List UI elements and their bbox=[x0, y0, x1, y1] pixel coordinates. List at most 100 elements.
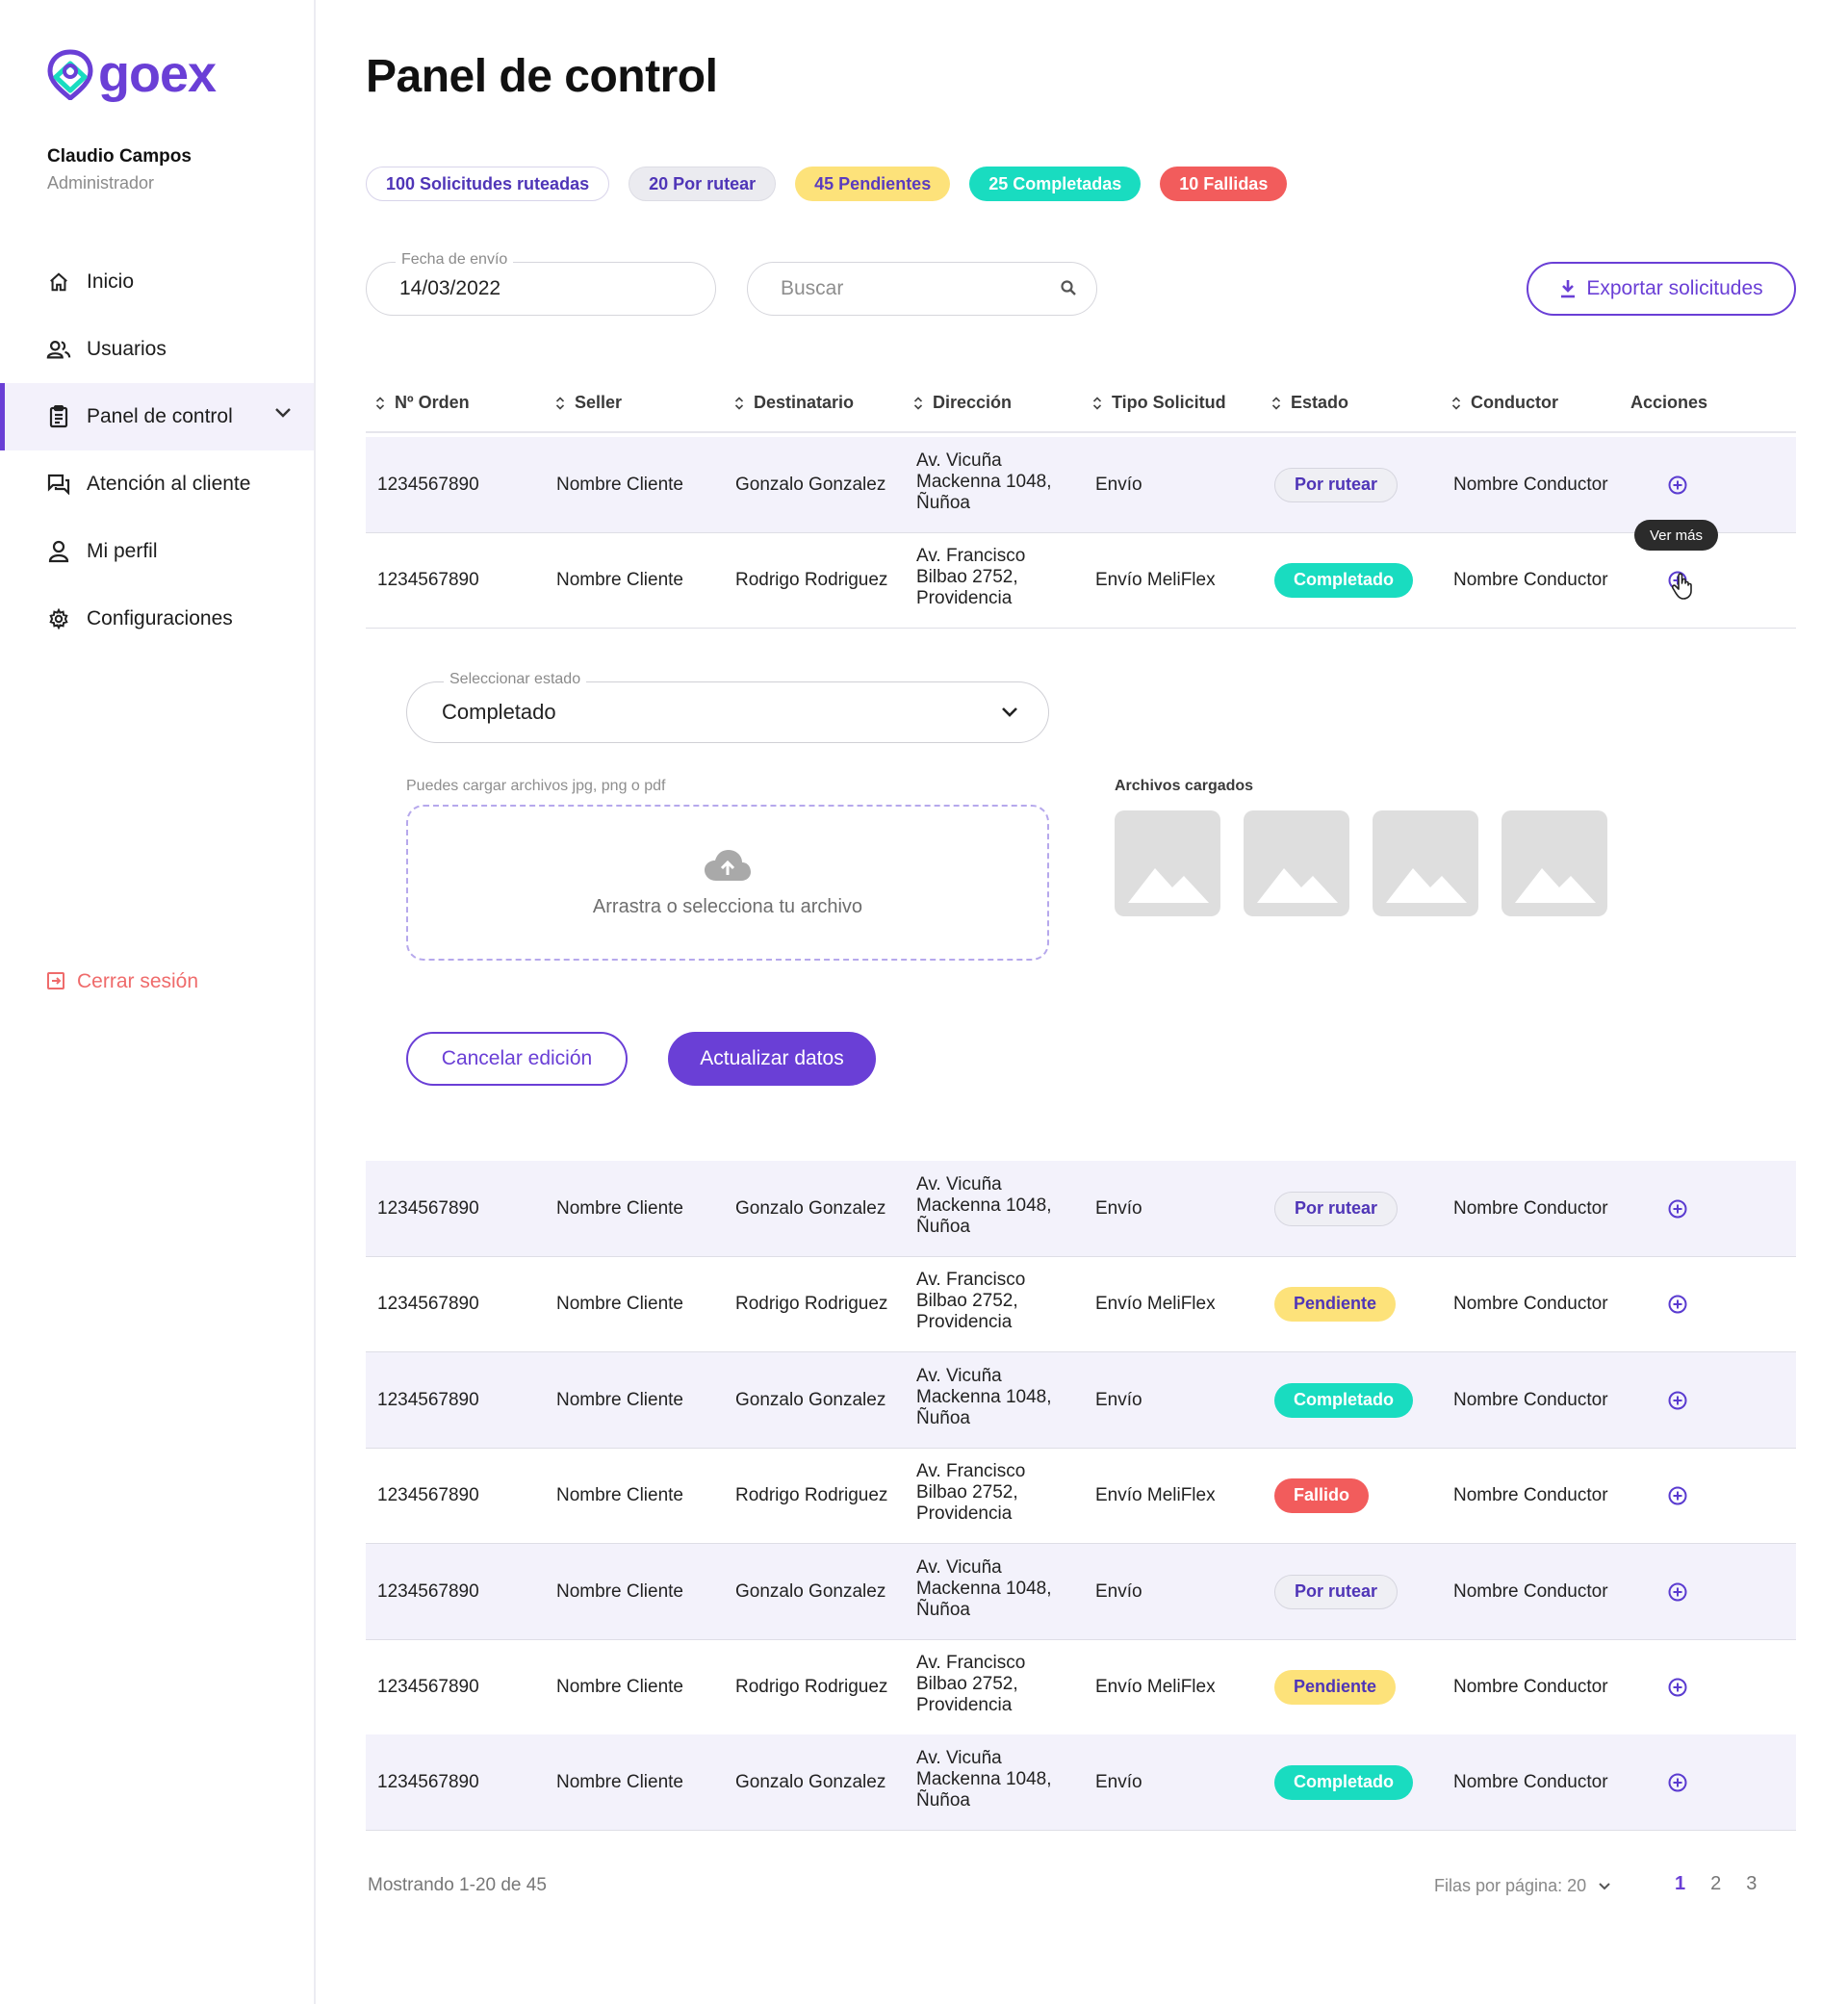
uploaded-file-thumbnail[interactable] bbox=[1373, 810, 1478, 916]
page-link[interactable]: 3 bbox=[1746, 1873, 1757, 1895]
address-line: Av. Vicuña bbox=[916, 1557, 1002, 1578]
view-more-icon[interactable] bbox=[1667, 475, 1688, 496]
sort-icon bbox=[913, 396, 923, 410]
cell-destinatario: Rodrigo Rodriguez bbox=[735, 1676, 888, 1697]
cell-direccion: Av. Vicuña Mackenna 1048, Ñuñoa bbox=[916, 1557, 1070, 1621]
header-orden[interactable]: Nº Orden bbox=[375, 393, 470, 413]
cell-orden: 1234567890 bbox=[377, 1197, 479, 1219]
view-more-icon[interactable] bbox=[1667, 1485, 1688, 1506]
table-row: 1234567890 Nombre Cliente Gonzalo Gonzalez… bbox=[366, 437, 1796, 533]
chip-ruteadas[interactable]: 100 Solicitudes ruteadas bbox=[366, 167, 610, 201]
status-select[interactable]: Seleccionar estado Completado bbox=[406, 671, 1049, 743]
header-label: Dirección bbox=[933, 393, 1013, 412]
date-field-value: 14/03/2022 bbox=[399, 277, 501, 299]
chip-completadas[interactable]: 25 Completadas bbox=[969, 167, 1142, 201]
gear-icon bbox=[46, 606, 71, 631]
dropzone-text: Arrastra o selecciona tu archivo bbox=[592, 895, 863, 917]
sidebar-item-configuraciones[interactable]: Configuraciones bbox=[0, 585, 314, 653]
search-input[interactable] bbox=[748, 277, 1017, 300]
summary-chips: 100 Solicitudes ruteadas 20 Por rutear 4… bbox=[366, 167, 1288, 201]
sidebar-item-usuarios[interactable]: Usuarios bbox=[0, 316, 314, 383]
view-more-icon[interactable] bbox=[1667, 1198, 1688, 1220]
logout-icon bbox=[46, 971, 67, 992]
table-header: Nº Orden Seller Destinatario Dirección T… bbox=[366, 375, 1796, 433]
chevron-down-icon bbox=[275, 408, 291, 418]
sidebar-item-label: Configuraciones bbox=[87, 607, 233, 629]
sidebar-item-label: Mi perfil bbox=[87, 540, 158, 562]
cell-conductor: Nombre Conductor bbox=[1453, 1676, 1608, 1697]
status-badge: Por rutear bbox=[1274, 1191, 1399, 1226]
uploaded-file-thumbnail[interactable] bbox=[1502, 810, 1607, 916]
view-more-icon[interactable] bbox=[1667, 1677, 1688, 1698]
header-destinatario[interactable]: Destinatario bbox=[734, 393, 854, 413]
view-more-icon[interactable] bbox=[1667, 1390, 1688, 1411]
sidebar-item-label: Panel de control bbox=[87, 405, 233, 427]
rows-per-page-select[interactable]: Filas por página: 20 bbox=[1434, 1876, 1611, 1896]
address-line: Mackenna 1048, bbox=[916, 1387, 1052, 1407]
goex-logo[interactable]: goex bbox=[46, 44, 217, 104]
address-line: Av. Francisco bbox=[916, 1270, 1026, 1290]
page-link[interactable]: 1 bbox=[1675, 1873, 1685, 1895]
address-line: Av. Vicuña bbox=[916, 1748, 1002, 1768]
cell-seller: Nombre Cliente bbox=[556, 474, 683, 495]
cell-direccion: Av. Francisco Bilbao 2752, Providencia bbox=[916, 1270, 1070, 1333]
header-tipo[interactable]: Tipo Solicitud bbox=[1092, 393, 1226, 413]
uploaded-file-thumbnail[interactable] bbox=[1244, 810, 1349, 916]
sidebar-item-mi-perfil[interactable]: Mi perfil bbox=[0, 518, 314, 585]
export-button[interactable]: Exportar solicitudes bbox=[1527, 262, 1796, 316]
cell-direccion: Av. Vicuña Mackenna 1048, Ñuñoa bbox=[916, 450, 1070, 514]
uploaded-file-thumbnail[interactable] bbox=[1115, 810, 1220, 916]
table-row: 1234567890 Nombre Cliente Rodrigo Rodrigue… bbox=[366, 532, 1796, 629]
chevron-down-icon bbox=[1002, 707, 1017, 717]
table-row: 1234567890 Nombre Cliente Rodrigo Rodrigue… bbox=[366, 1256, 1796, 1352]
table-row: 1234567890 Nombre Cliente Gonzalo Gonzalez… bbox=[366, 1544, 1796, 1640]
cell-destinatario: Gonzalo Gonzalez bbox=[735, 1197, 886, 1219]
header-label: Tipo Solicitud bbox=[1112, 393, 1226, 412]
status-badge: Completado bbox=[1274, 562, 1414, 598]
cell-tipo: Envío MeliFlex bbox=[1095, 1484, 1216, 1505]
cell-seller: Nombre Cliente bbox=[556, 1293, 683, 1314]
cancel-edit-button[interactable]: Cancelar edición bbox=[406, 1032, 628, 1086]
search-field bbox=[747, 262, 1097, 316]
file-dropzone[interactable]: Arrastra o selecciona tu archivo bbox=[406, 805, 1049, 961]
cloud-upload-icon bbox=[705, 849, 751, 881]
header-seller[interactable]: Seller bbox=[555, 393, 622, 413]
cell-orden: 1234567890 bbox=[377, 1676, 479, 1697]
cell-tipo: Envío MeliFlex bbox=[1095, 1676, 1216, 1697]
users-icon bbox=[46, 337, 71, 362]
cell-tipo: Envío MeliFlex bbox=[1095, 569, 1216, 590]
page-link[interactable]: 2 bbox=[1710, 1873, 1721, 1895]
sort-icon bbox=[1092, 396, 1102, 410]
upload-hint: Puedes cargar archivos jpg, png o pdf bbox=[406, 778, 666, 794]
view-more-icon[interactable] bbox=[1667, 1772, 1688, 1793]
sort-icon bbox=[375, 396, 385, 410]
address-line: Providencia bbox=[916, 1503, 1013, 1524]
cell-destinatario: Rodrigo Rodriguez bbox=[735, 1293, 888, 1314]
logout-button[interactable]: Cerrar sesión bbox=[46, 970, 198, 993]
chat-icon bbox=[46, 472, 71, 497]
header-conductor[interactable]: Conductor bbox=[1451, 393, 1558, 413]
chip-pendientes[interactable]: 45 Pendientes bbox=[795, 167, 951, 201]
cell-destinatario: Gonzalo Gonzalez bbox=[735, 1580, 886, 1602]
chip-fallidas[interactable]: 10 Fallidas bbox=[1160, 167, 1288, 201]
chip-por-rutear[interactable]: 20 Por rutear bbox=[629, 167, 777, 201]
chevron-down-icon bbox=[1599, 1882, 1610, 1889]
image-placeholder-icon bbox=[1515, 868, 1596, 903]
view-more-icon[interactable] bbox=[1667, 1581, 1688, 1603]
search-icon[interactable] bbox=[1060, 279, 1077, 296]
sidebar-item-panel-de-control[interactable]: Panel de control bbox=[0, 383, 314, 450]
sidebar-item-atencion-al-cliente[interactable]: Atención al cliente bbox=[0, 450, 314, 518]
address-line: Mackenna 1048, bbox=[916, 1195, 1052, 1216]
logo-text: goex bbox=[98, 45, 217, 103]
date-field[interactable]: Fecha de envío 14/03/2022 bbox=[366, 251, 716, 316]
cell-seller: Nombre Cliente bbox=[556, 1389, 683, 1410]
status-badge: Fallido bbox=[1274, 1477, 1369, 1513]
cell-direccion: Av. Vicuña Mackenna 1048, Ñuñoa bbox=[916, 1174, 1070, 1238]
header-estado[interactable]: Estado bbox=[1271, 393, 1348, 413]
address-line: Providencia bbox=[916, 1312, 1013, 1332]
view-more-icon[interactable] bbox=[1667, 1294, 1688, 1315]
header-direccion[interactable]: Dirección bbox=[913, 393, 1012, 413]
sidebar-item-inicio[interactable]: Inicio bbox=[0, 248, 314, 316]
address-line: Av. Vicuña bbox=[916, 1174, 1002, 1195]
update-data-button[interactable]: Actualizar datos bbox=[668, 1032, 876, 1086]
